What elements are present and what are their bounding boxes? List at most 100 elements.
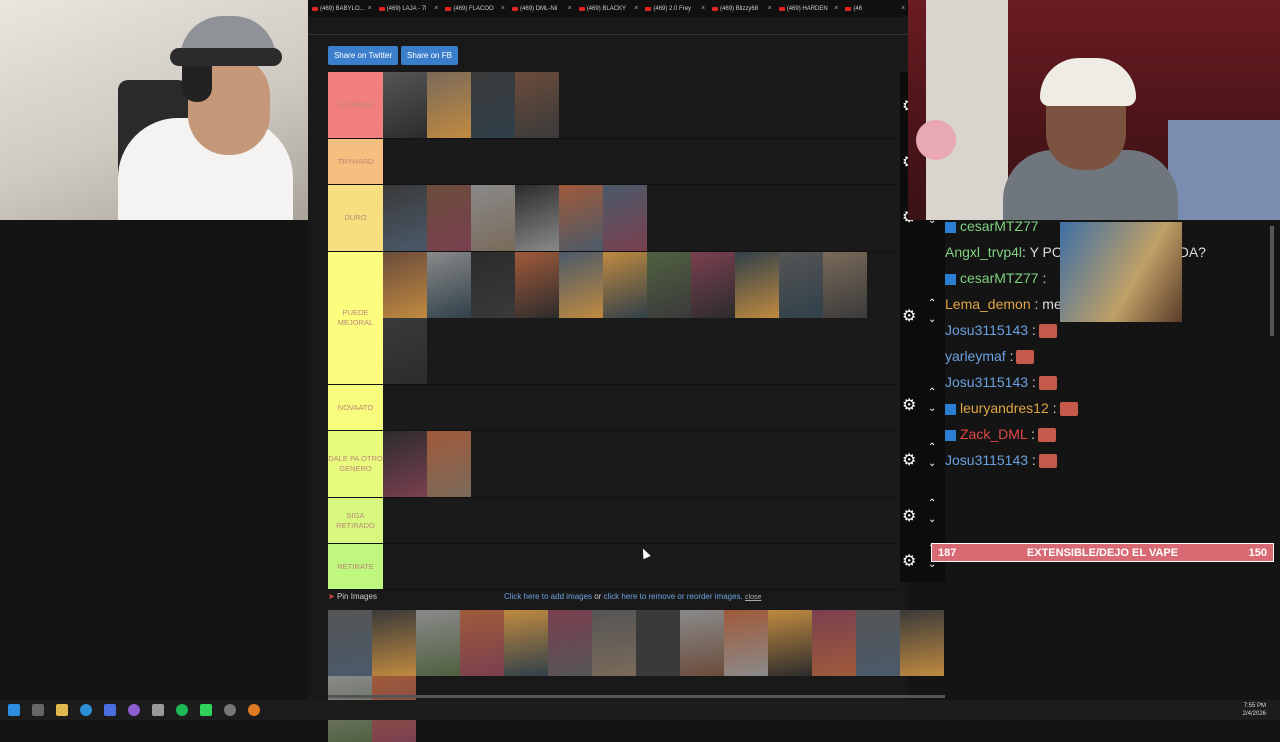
discord-icon[interactable] xyxy=(128,704,140,716)
pin-image[interactable] xyxy=(460,610,504,676)
close-tab-icon[interactable]: × xyxy=(434,5,438,12)
pin-image[interactable] xyxy=(504,610,548,676)
chevron-down-icon[interactable]: ⌄ xyxy=(928,514,936,525)
browser-tab[interactable]: (469) DML-Nil × xyxy=(508,0,575,17)
chat-username[interactable]: Angxl_trvp4l xyxy=(945,244,1022,260)
close-tab-icon[interactable]: × xyxy=(634,5,638,12)
tier-image[interactable] xyxy=(427,431,471,497)
pin-image[interactable] xyxy=(680,610,724,676)
share-fb-button[interactable]: Share on FB xyxy=(401,46,458,65)
tier-image[interactable] xyxy=(383,252,427,318)
tier-label[interactable]: LEYENDA xyxy=(328,72,383,138)
tier-image[interactable] xyxy=(559,185,603,251)
gear-icon[interactable]: ⚙ xyxy=(902,450,916,470)
gear-icon[interactable]: ⚙ xyxy=(902,395,916,415)
tier-image[interactable] xyxy=(515,252,559,318)
pin-image[interactable] xyxy=(636,610,680,676)
close-tab-icon[interactable]: × xyxy=(368,5,372,12)
tier-image[interactable] xyxy=(515,72,559,138)
add-images-link[interactable]: Click here to add images xyxy=(504,592,592,601)
tier-image[interactable] xyxy=(603,185,647,251)
chevron-down-icon[interactable]: ⌄ xyxy=(928,403,936,414)
close-tab-icon[interactable]: × xyxy=(901,5,905,12)
tier-image[interactable] xyxy=(823,252,867,318)
close-tab-icon[interactable]: × xyxy=(568,5,572,12)
tier-label[interactable]: RETIRATE xyxy=(328,544,383,589)
tier-image[interactable] xyxy=(515,185,559,251)
tier-image[interactable] xyxy=(647,252,691,318)
task-view-icon[interactable] xyxy=(32,704,44,716)
streamlabs-icon[interactable] xyxy=(200,704,212,716)
clock[interactable]: 7:55 PM 2/4/2026 xyxy=(1243,702,1266,718)
tier-image[interactable] xyxy=(471,185,515,251)
remove-images-link[interactable]: click here to remove or reorder images. xyxy=(604,592,743,601)
tier-image[interactable] xyxy=(559,252,603,318)
close-link[interactable]: close xyxy=(745,594,761,601)
chat-username[interactable]: yarleymaf xyxy=(945,348,1006,364)
chat-username[interactable]: Josu3115143 xyxy=(945,322,1028,338)
chat-username[interactable]: leuryandres12 xyxy=(960,400,1049,416)
tier-image[interactable] xyxy=(427,252,471,318)
chat-scrollbar[interactable] xyxy=(1270,226,1274,336)
chevron-down-icon[interactable]: ⌄ xyxy=(928,458,936,469)
chevron-up-icon[interactable]: ⌃ xyxy=(928,498,936,509)
tier-image[interactable] xyxy=(383,318,427,384)
browser-tab[interactable]: (469) LAJA - 7l × xyxy=(375,0,442,17)
tier-image[interactable] xyxy=(471,72,515,138)
chat-username[interactable]: Josu3115143 xyxy=(945,452,1028,468)
close-tab-icon[interactable]: × xyxy=(768,5,772,12)
tier-image[interactable] xyxy=(603,252,647,318)
gear-icon[interactable]: ⚙ xyxy=(902,306,916,326)
tier-image[interactable] xyxy=(735,252,779,318)
tier-label[interactable]: SIGA RETIRADO xyxy=(328,498,383,543)
tier-image[interactable] xyxy=(383,431,427,497)
close-tab-icon[interactable]: × xyxy=(501,5,505,12)
gear-icon[interactable]: ⚙ xyxy=(902,551,916,571)
pin-image[interactable] xyxy=(548,610,592,676)
tier-image[interactable] xyxy=(427,72,471,138)
tier-image[interactable] xyxy=(383,185,427,251)
browser-tab[interactable]: (469) FLACOO × xyxy=(441,0,508,17)
browser-tab[interactable]: (469) BLACKY × xyxy=(575,0,642,17)
close-tab-icon[interactable]: × xyxy=(701,5,705,12)
tier-label[interactable]: NOVAATO xyxy=(328,385,383,430)
horizontal-scrollbar[interactable] xyxy=(328,695,945,698)
store-icon[interactable] xyxy=(104,704,116,716)
chat-username[interactable]: Zack_DML xyxy=(960,426,1027,442)
tool-icon[interactable] xyxy=(152,704,164,716)
browser-tab[interactable]: (469) BABYLO... × xyxy=(308,0,375,17)
pin-images-toggle[interactable]: ➤ Pin Images xyxy=(328,592,377,601)
tier-image[interactable] xyxy=(691,252,735,318)
pin-image[interactable] xyxy=(900,610,944,676)
tier-label[interactable]: PUEDE MEJORAL xyxy=(328,252,383,384)
tier-label[interactable]: DURO xyxy=(328,185,383,251)
pin-image[interactable] xyxy=(724,610,768,676)
pin-image[interactable] xyxy=(372,610,416,676)
windows-start-icon[interactable] xyxy=(8,704,20,716)
pin-image[interactable] xyxy=(592,610,636,676)
chevron-up-icon[interactable]: ⌃ xyxy=(928,298,936,309)
browser-tab[interactable]: (46 × xyxy=(841,0,908,17)
tier-label[interactable]: TRYHARD xyxy=(328,139,383,184)
tier-image[interactable] xyxy=(383,72,427,138)
gear-icon[interactable]: ⚙ xyxy=(902,506,916,526)
tier-image[interactable] xyxy=(779,252,823,318)
chevron-up-icon[interactable]: ⌃ xyxy=(928,442,936,453)
share-twitter-button[interactable]: Share on Twitter xyxy=(328,46,398,65)
pin-image[interactable] xyxy=(812,610,856,676)
chat-username[interactable]: Josu3115143 xyxy=(945,374,1028,390)
tier-image[interactable] xyxy=(471,252,515,318)
tier-label[interactable]: DALE PA OTRO GENERO xyxy=(328,431,383,497)
pin-image[interactable] xyxy=(416,610,460,676)
close-tab-icon[interactable]: × xyxy=(834,5,838,12)
browser-tab[interactable]: (469) 2.0 Frey × xyxy=(641,0,708,17)
tier-image[interactable] xyxy=(427,185,471,251)
browser-tab[interactable]: (469) Blizzy68 × xyxy=(708,0,775,17)
chat-username[interactable]: Lema_demon xyxy=(945,296,1031,312)
browser-tab[interactable]: (469) HARDEN × xyxy=(775,0,842,17)
file-explorer-icon[interactable] xyxy=(56,704,68,716)
obs-icon[interactable] xyxy=(224,704,236,716)
pin-image[interactable] xyxy=(768,610,812,676)
pin-image[interactable] xyxy=(328,610,372,676)
chevron-up-icon[interactable]: ⌃ xyxy=(928,387,936,398)
